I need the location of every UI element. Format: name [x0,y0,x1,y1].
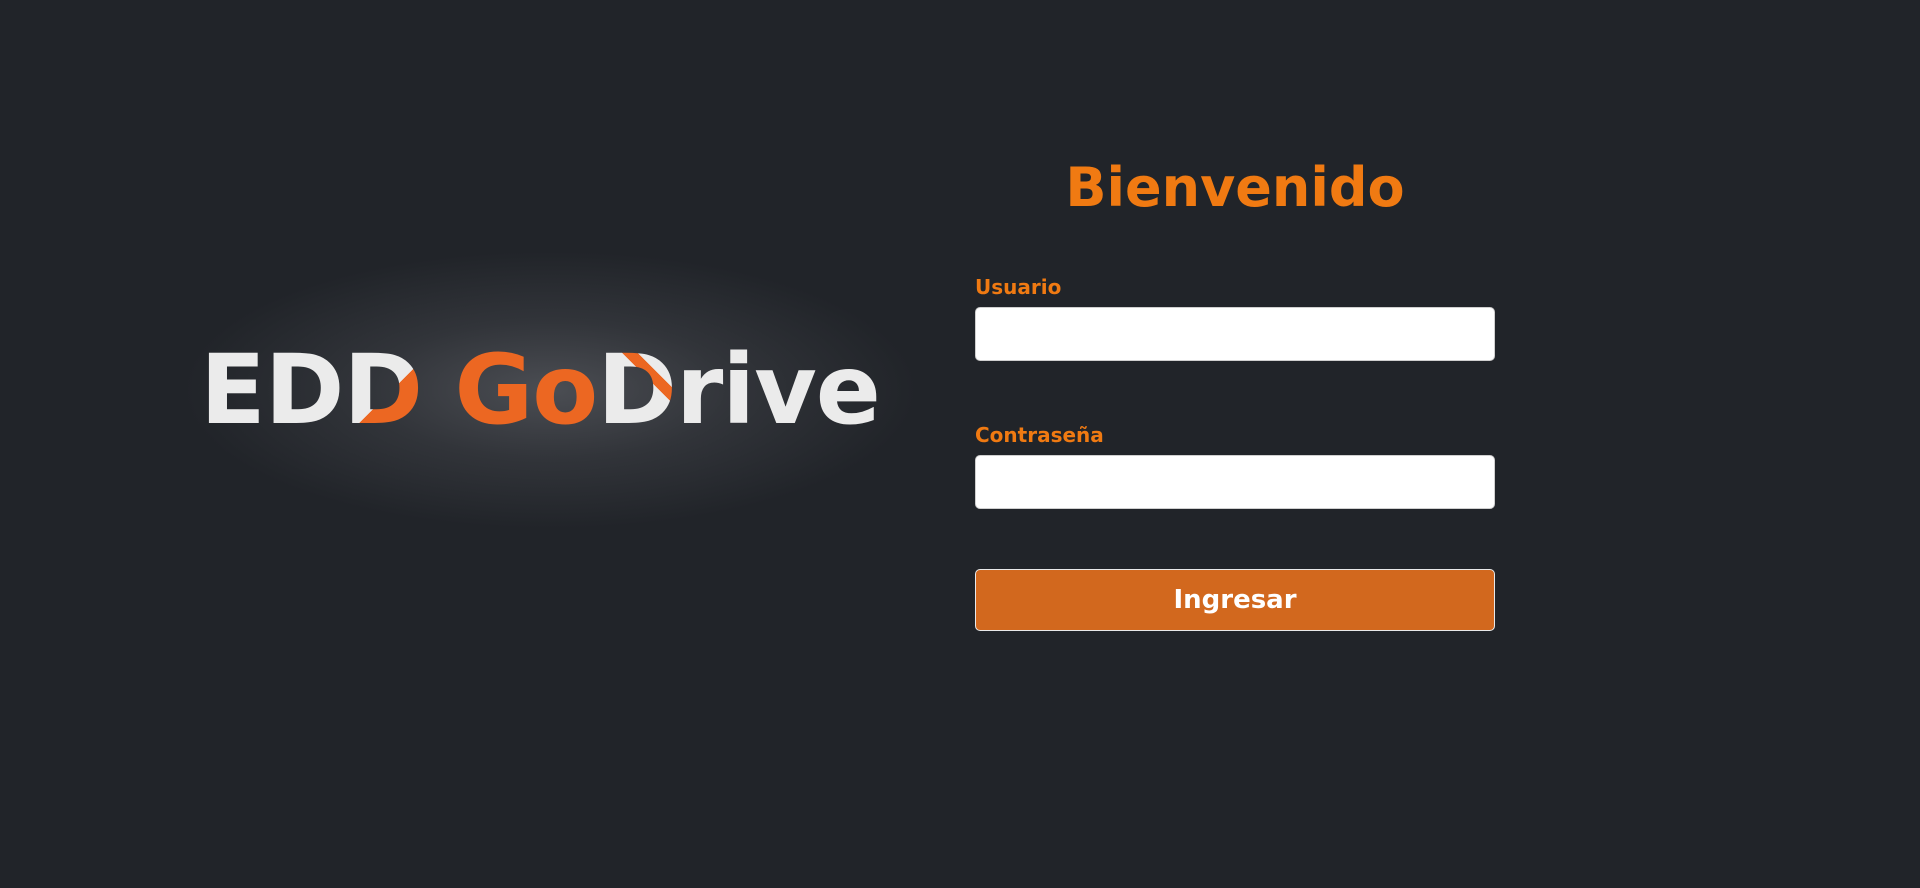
brand-area: EDD GoDrive [180,250,920,530]
login-page: EDD GoDrive Bienvenido Usuario Contraseñ… [0,0,1920,888]
submit-button[interactable]: Ingresar [975,569,1495,631]
password-label: Contraseña [975,423,1104,447]
username-input[interactable] [975,307,1495,361]
password-input[interactable] [975,455,1495,509]
username-label: Usuario [975,275,1062,299]
login-form: Bienvenido Usuario Contraseña Ingresar [975,140,1495,631]
brand-logo: EDD GoDrive [200,334,881,446]
username-group: Usuario [975,275,1495,361]
password-group: Contraseña [975,423,1495,509]
page-title: Bienvenido [1065,156,1405,219]
